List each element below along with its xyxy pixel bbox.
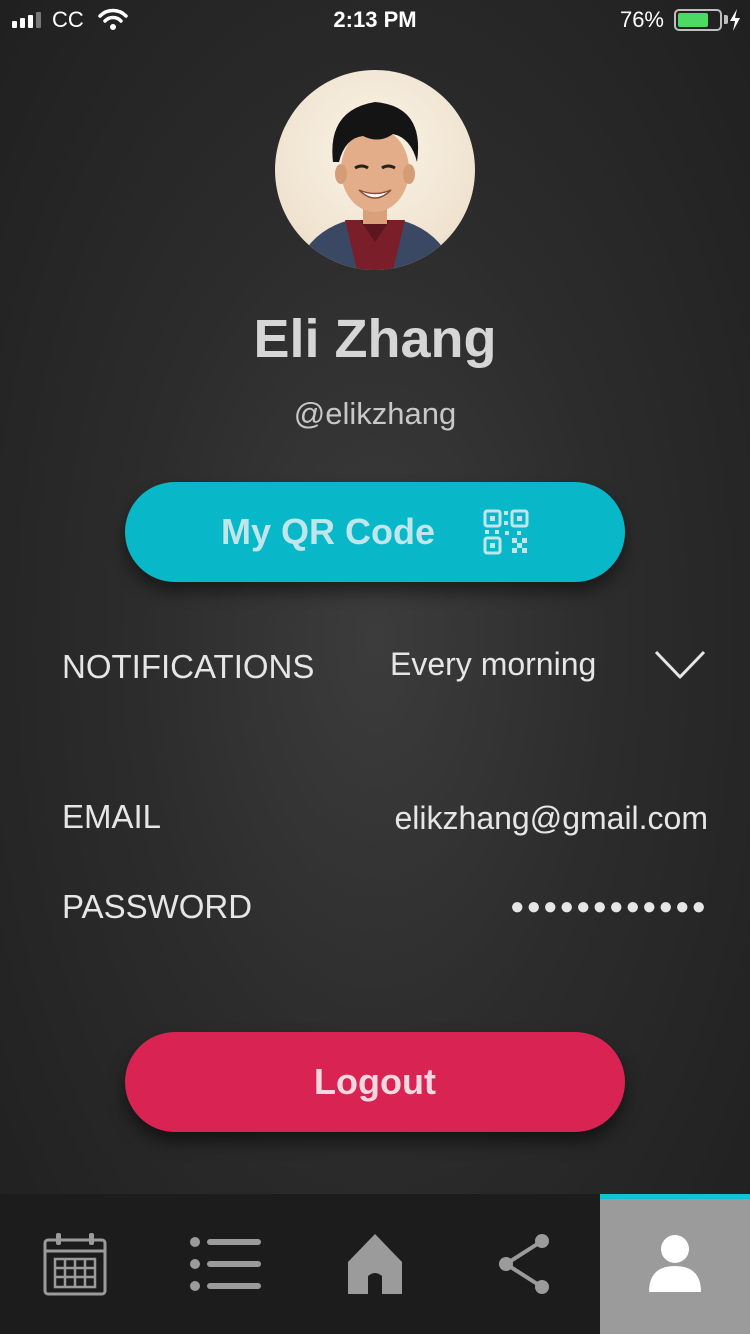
profile-name: Eli Zhang bbox=[253, 309, 497, 369]
battery-cap bbox=[724, 15, 728, 24]
calendar-icon bbox=[43, 1233, 107, 1296]
status-bar: CC 2:13 PM 76% bbox=[0, 0, 750, 40]
tab-share[interactable] bbox=[450, 1194, 600, 1334]
email-label: EMAIL bbox=[62, 798, 162, 835]
email-value[interactable]: elikzhang@gmail.com bbox=[395, 800, 709, 837]
profile-handle: @elikzhang bbox=[293, 396, 457, 431]
tab-profile[interactable] bbox=[600, 1194, 750, 1334]
password-value[interactable]: ●●●●●●●●●●●● bbox=[510, 890, 708, 924]
qr-button-label: My QR Code bbox=[220, 511, 435, 552]
battery-icon bbox=[674, 9, 722, 31]
home-icon bbox=[348, 1234, 402, 1294]
my-qr-code-button[interactable]: My QR Code bbox=[125, 482, 625, 582]
tab-calendar[interactable] bbox=[0, 1194, 150, 1334]
notifications-dropdown[interactable]: Every morning bbox=[390, 646, 596, 683]
user-icon bbox=[649, 1235, 701, 1292]
tab-bar bbox=[0, 1194, 750, 1334]
logout-button[interactable]: Logout bbox=[125, 1032, 625, 1132]
charging-bolt-icon bbox=[730, 9, 740, 31]
password-label: PASSWORD bbox=[62, 888, 253, 925]
share-icon bbox=[499, 1234, 549, 1294]
chevron-down-icon[interactable] bbox=[654, 650, 706, 680]
tab-list[interactable] bbox=[150, 1194, 300, 1334]
qr-code-icon bbox=[483, 509, 529, 555]
notifications-label: NOTIFICATIONS bbox=[62, 648, 315, 685]
battery-percent: 76% bbox=[619, 7, 664, 32]
list-icon bbox=[190, 1237, 261, 1291]
avatar[interactable] bbox=[275, 70, 475, 270]
tab-home[interactable] bbox=[300, 1194, 450, 1334]
avatar-photo bbox=[295, 102, 455, 270]
